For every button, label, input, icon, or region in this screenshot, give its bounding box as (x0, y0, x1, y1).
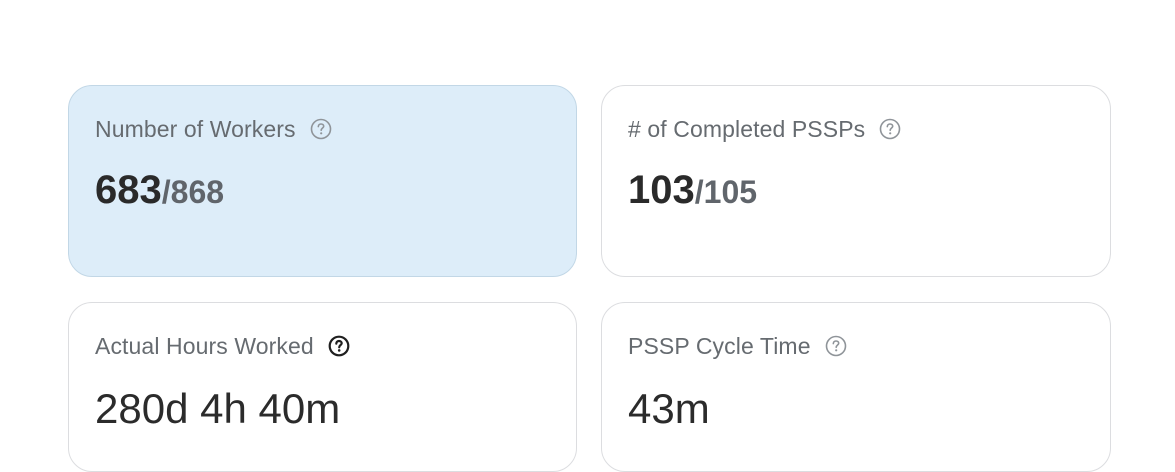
question-circle-icon[interactable] (825, 335, 847, 357)
stat-card-completed-pssps[interactable]: # of Completed PSSPs 103/105 (601, 85, 1111, 277)
stat-value: 43m (628, 385, 710, 432)
stat-total: 868 (170, 174, 225, 210)
stat-card-actual-hours-worked[interactable]: Actual Hours Worked 280d 4h 40m (68, 302, 577, 472)
stat-card-label: PSSP Cycle Time (628, 332, 811, 359)
stat-separator: / (694, 174, 704, 210)
stat-value: 103 (628, 168, 695, 212)
question-circle-icon[interactable] (879, 118, 901, 140)
stat-card-label: Number of Workers (95, 115, 296, 142)
stat-card-value: 43m (628, 385, 710, 433)
stat-value: 683 (95, 168, 162, 212)
stat-card-value: 280d 4h 40m (95, 385, 340, 433)
stat-card-value: 103/105 (628, 168, 757, 213)
stat-card-number-of-workers[interactable]: Number of Workers 683/868 (68, 85, 577, 277)
stat-card-header: Number of Workers (95, 116, 332, 142)
stat-card-header: # of Completed PSSPs (628, 116, 901, 142)
stat-card-value: 683/868 (95, 168, 224, 213)
question-circle-icon[interactable] (328, 335, 350, 357)
stat-card-label: # of Completed PSSPs (628, 115, 866, 142)
stat-separator: / (161, 174, 171, 210)
stat-card-pssp-cycle-time[interactable]: PSSP Cycle Time 43m (601, 302, 1111, 472)
stat-card-label: Actual Hours Worked (95, 332, 314, 359)
stat-card-header: Actual Hours Worked (95, 333, 350, 359)
stat-card-header: PSSP Cycle Time (628, 333, 847, 359)
stat-total: 105 (703, 174, 758, 210)
question-circle-icon[interactable] (310, 118, 332, 140)
stat-value: 280d 4h 40m (95, 385, 341, 432)
